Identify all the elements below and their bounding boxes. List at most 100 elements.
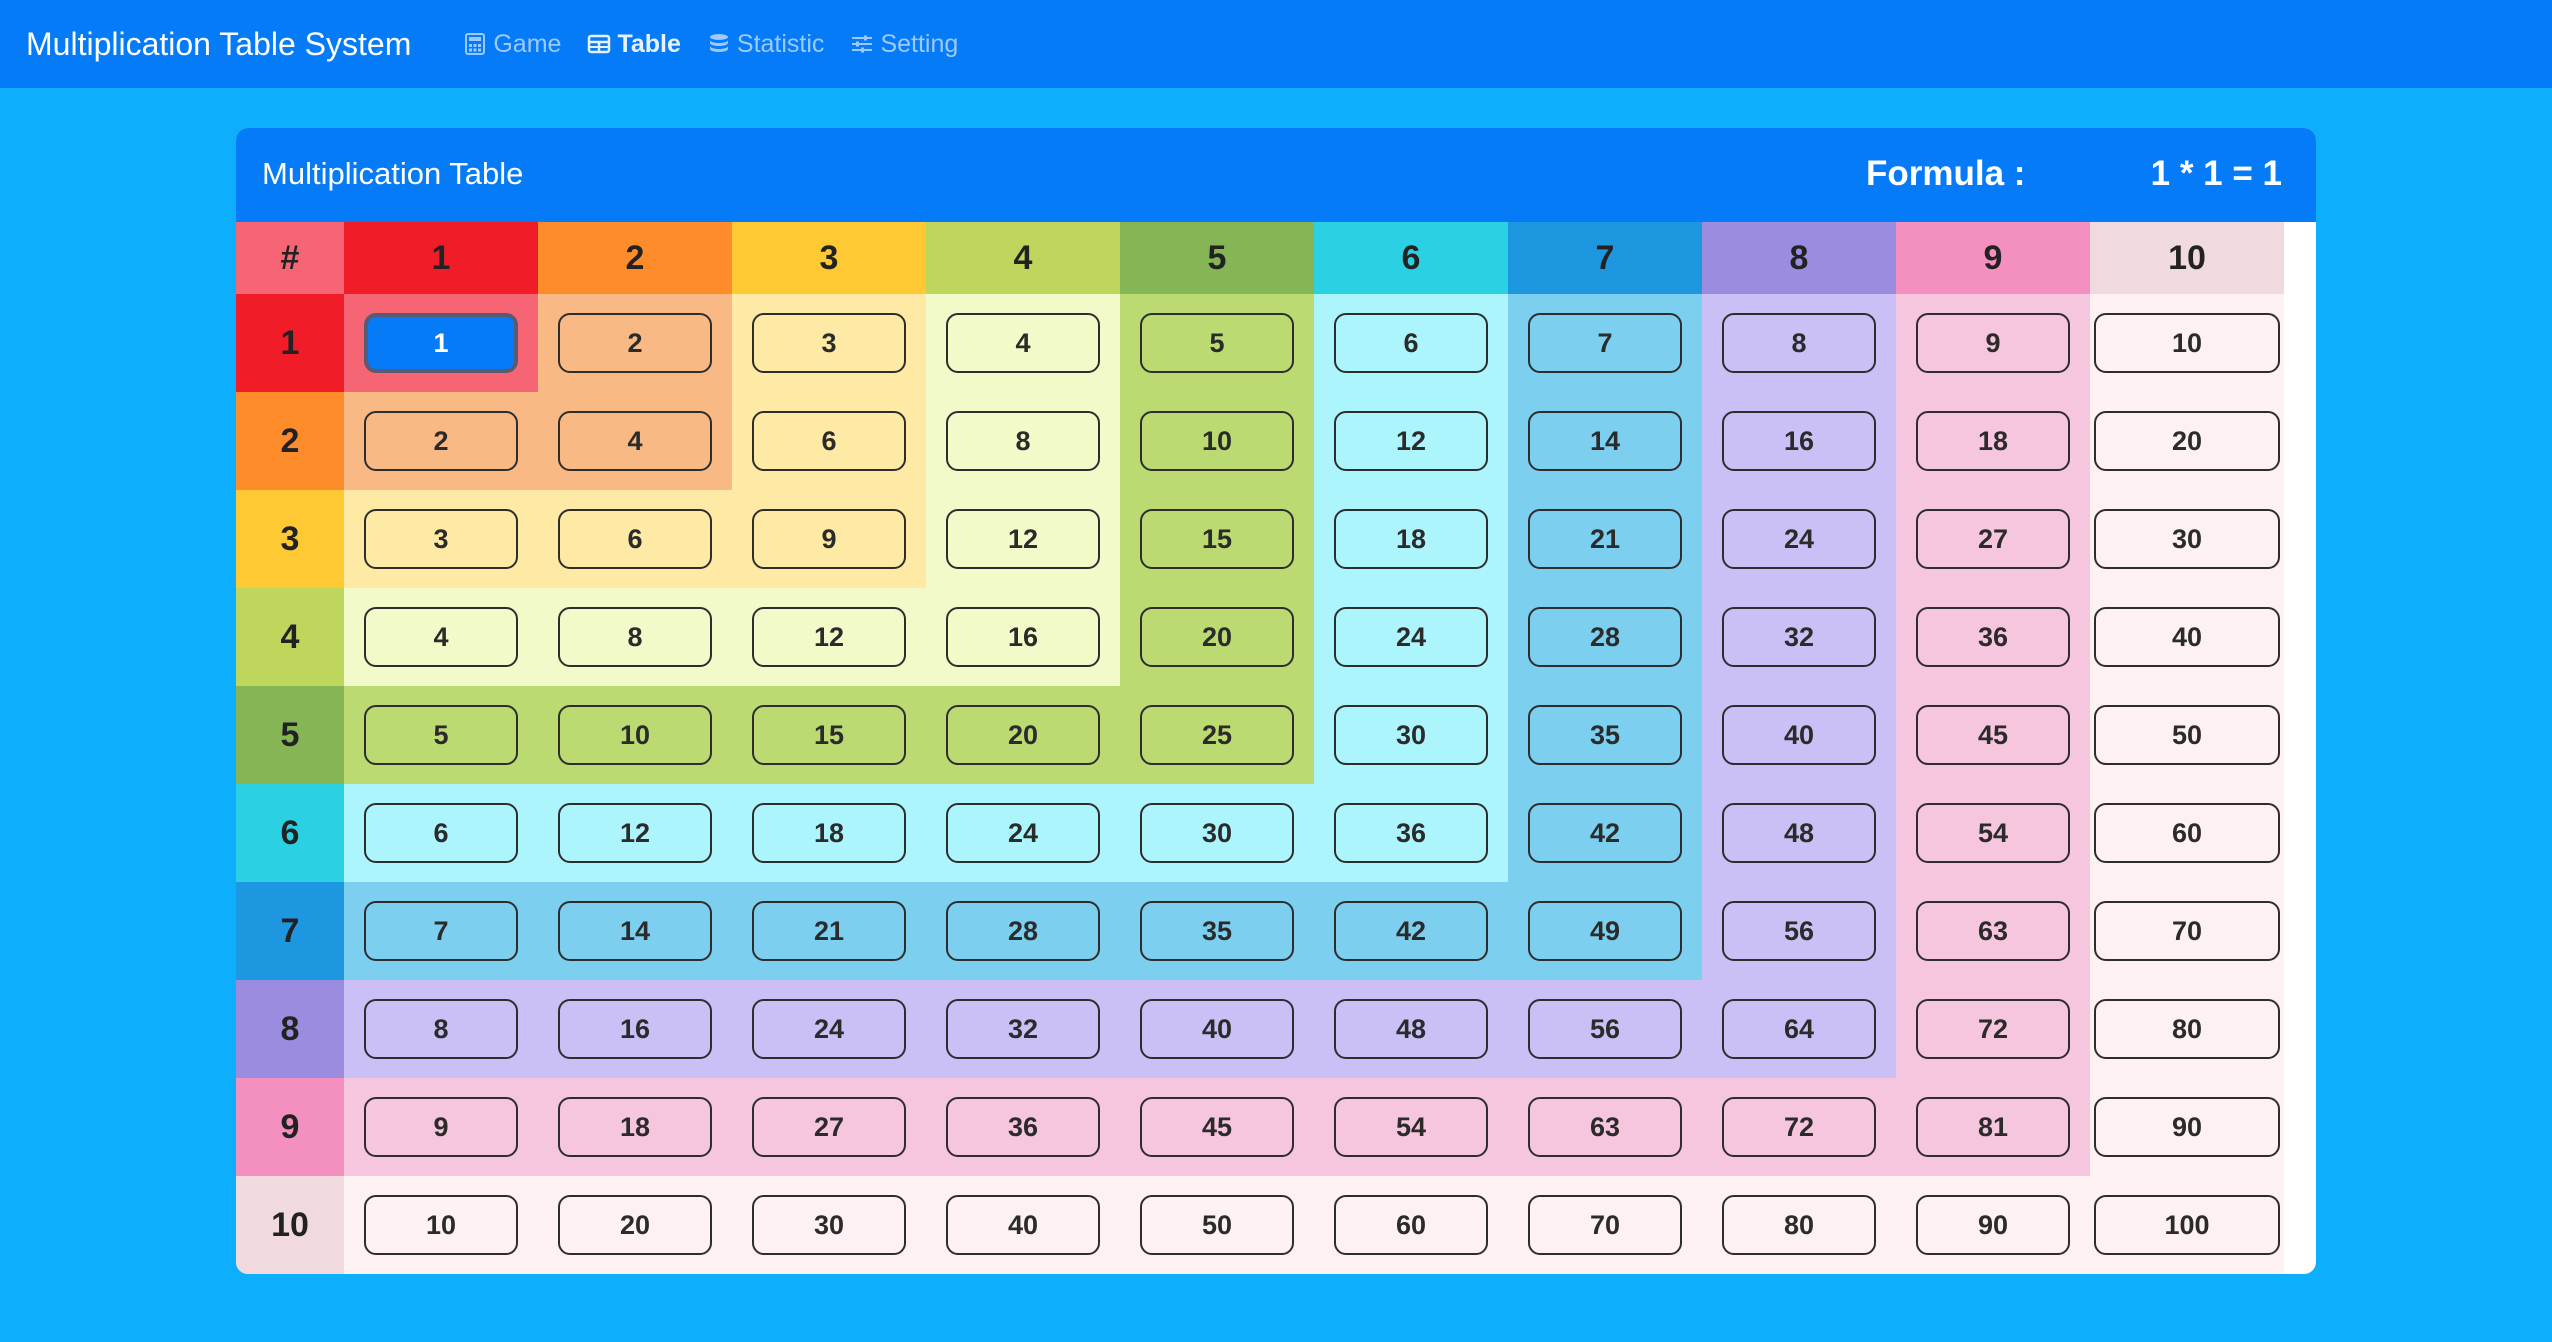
- product-button-4x2[interactable]: 8: [558, 607, 712, 667]
- product-button-9x5[interactable]: 45: [1140, 1097, 1294, 1157]
- row-header-7[interactable]: 7: [236, 882, 344, 980]
- product-button-1x4[interactable]: 4: [946, 313, 1100, 373]
- product-button-4x5[interactable]: 20: [1140, 607, 1294, 667]
- product-button-5x8[interactable]: 40: [1722, 705, 1876, 765]
- product-button-2x1[interactable]: 2: [364, 411, 518, 471]
- product-button-8x9[interactable]: 72: [1916, 999, 2070, 1059]
- row-header-10[interactable]: 10: [236, 1176, 344, 1274]
- row-header-1[interactable]: 1: [236, 294, 344, 392]
- product-button-9x9[interactable]: 81: [1916, 1097, 2070, 1157]
- product-button-1x3[interactable]: 3: [752, 313, 906, 373]
- product-button-3x4[interactable]: 12: [946, 509, 1100, 569]
- product-button-10x7[interactable]: 70: [1528, 1195, 1682, 1255]
- app-title[interactable]: Multiplication Table System: [26, 26, 411, 63]
- product-button-10x1[interactable]: 10: [364, 1195, 518, 1255]
- product-button-7x8[interactable]: 56: [1722, 901, 1876, 961]
- product-button-2x9[interactable]: 18: [1916, 411, 2070, 471]
- product-button-1x1[interactable]: 1: [364, 313, 518, 373]
- product-button-2x8[interactable]: 16: [1722, 411, 1876, 471]
- product-button-6x10[interactable]: 60: [2094, 803, 2280, 863]
- product-button-1x6[interactable]: 6: [1334, 313, 1488, 373]
- product-button-9x1[interactable]: 9: [364, 1097, 518, 1157]
- product-button-7x6[interactable]: 42: [1334, 901, 1488, 961]
- product-button-10x4[interactable]: 40: [946, 1195, 1100, 1255]
- product-button-8x6[interactable]: 48: [1334, 999, 1488, 1059]
- product-button-8x10[interactable]: 80: [2094, 999, 2280, 1059]
- product-button-8x2[interactable]: 16: [558, 999, 712, 1059]
- product-button-7x2[interactable]: 14: [558, 901, 712, 961]
- product-button-10x2[interactable]: 20: [558, 1195, 712, 1255]
- column-header-10[interactable]: 10: [2090, 222, 2284, 294]
- product-button-7x4[interactable]: 28: [946, 901, 1100, 961]
- product-button-1x2[interactable]: 2: [558, 313, 712, 373]
- product-button-8x7[interactable]: 56: [1528, 999, 1682, 1059]
- product-button-10x9[interactable]: 90: [1916, 1195, 2070, 1255]
- product-button-4x6[interactable]: 24: [1334, 607, 1488, 667]
- product-button-9x2[interactable]: 18: [558, 1097, 712, 1157]
- nav-item-setting[interactable]: Setting: [850, 30, 958, 59]
- row-header-6[interactable]: 6: [236, 784, 344, 882]
- product-button-6x4[interactable]: 24: [946, 803, 1100, 863]
- product-button-3x2[interactable]: 6: [558, 509, 712, 569]
- product-button-3x9[interactable]: 27: [1916, 509, 2070, 569]
- product-button-2x4[interactable]: 8: [946, 411, 1100, 471]
- product-button-3x8[interactable]: 24: [1722, 509, 1876, 569]
- product-button-5x5[interactable]: 25: [1140, 705, 1294, 765]
- column-header-2[interactable]: 2: [538, 222, 732, 294]
- product-button-7x5[interactable]: 35: [1140, 901, 1294, 961]
- product-button-4x3[interactable]: 12: [752, 607, 906, 667]
- product-button-8x1[interactable]: 8: [364, 999, 518, 1059]
- product-button-7x10[interactable]: 70: [2094, 901, 2280, 961]
- product-button-5x3[interactable]: 15: [752, 705, 906, 765]
- product-button-6x2[interactable]: 12: [558, 803, 712, 863]
- product-button-5x6[interactable]: 30: [1334, 705, 1488, 765]
- row-header-8[interactable]: 8: [236, 980, 344, 1078]
- product-button-8x8[interactable]: 64: [1722, 999, 1876, 1059]
- product-button-4x4[interactable]: 16: [946, 607, 1100, 667]
- nav-item-game[interactable]: Game: [463, 30, 561, 59]
- product-button-4x7[interactable]: 28: [1528, 607, 1682, 667]
- column-header-8[interactable]: 8: [1702, 222, 1896, 294]
- product-button-2x5[interactable]: 10: [1140, 411, 1294, 471]
- product-button-2x10[interactable]: 20: [2094, 411, 2280, 471]
- product-button-3x7[interactable]: 21: [1528, 509, 1682, 569]
- product-button-8x3[interactable]: 24: [752, 999, 906, 1059]
- nav-item-statistic[interactable]: Statistic: [707, 30, 824, 59]
- product-button-2x2[interactable]: 4: [558, 411, 712, 471]
- product-button-9x7[interactable]: 63: [1528, 1097, 1682, 1157]
- product-button-3x1[interactable]: 3: [364, 509, 518, 569]
- product-button-6x6[interactable]: 36: [1334, 803, 1488, 863]
- product-button-9x4[interactable]: 36: [946, 1097, 1100, 1157]
- product-button-6x5[interactable]: 30: [1140, 803, 1294, 863]
- nav-item-table[interactable]: Table: [587, 30, 681, 59]
- product-button-9x8[interactable]: 72: [1722, 1097, 1876, 1157]
- column-header-4[interactable]: 4: [926, 222, 1120, 294]
- product-button-2x3[interactable]: 6: [752, 411, 906, 471]
- product-button-5x2[interactable]: 10: [558, 705, 712, 765]
- product-button-3x3[interactable]: 9: [752, 509, 906, 569]
- product-button-7x1[interactable]: 7: [364, 901, 518, 961]
- product-button-7x3[interactable]: 21: [752, 901, 906, 961]
- column-header-5[interactable]: 5: [1120, 222, 1314, 294]
- product-button-5x10[interactable]: 50: [2094, 705, 2280, 765]
- row-header-2[interactable]: 2: [236, 392, 344, 490]
- row-header-3[interactable]: 3: [236, 490, 344, 588]
- product-button-7x9[interactable]: 63: [1916, 901, 2070, 961]
- column-header-3[interactable]: 3: [732, 222, 926, 294]
- product-button-5x7[interactable]: 35: [1528, 705, 1682, 765]
- product-button-9x6[interactable]: 54: [1334, 1097, 1488, 1157]
- product-button-10x8[interactable]: 80: [1722, 1195, 1876, 1255]
- product-button-3x10[interactable]: 30: [2094, 509, 2280, 569]
- product-button-3x5[interactable]: 15: [1140, 509, 1294, 569]
- product-button-8x4[interactable]: 32: [946, 999, 1100, 1059]
- product-button-10x10[interactable]: 100: [2094, 1195, 2280, 1255]
- product-button-3x6[interactable]: 18: [1334, 509, 1488, 569]
- row-header-9[interactable]: 9: [236, 1078, 344, 1176]
- product-button-1x7[interactable]: 7: [1528, 313, 1682, 373]
- product-button-9x10[interactable]: 90: [2094, 1097, 2280, 1157]
- product-button-10x6[interactable]: 60: [1334, 1195, 1488, 1255]
- product-button-8x5[interactable]: 40: [1140, 999, 1294, 1059]
- product-button-5x1[interactable]: 5: [364, 705, 518, 765]
- product-button-1x10[interactable]: 10: [2094, 313, 2280, 373]
- product-button-1x5[interactable]: 5: [1140, 313, 1294, 373]
